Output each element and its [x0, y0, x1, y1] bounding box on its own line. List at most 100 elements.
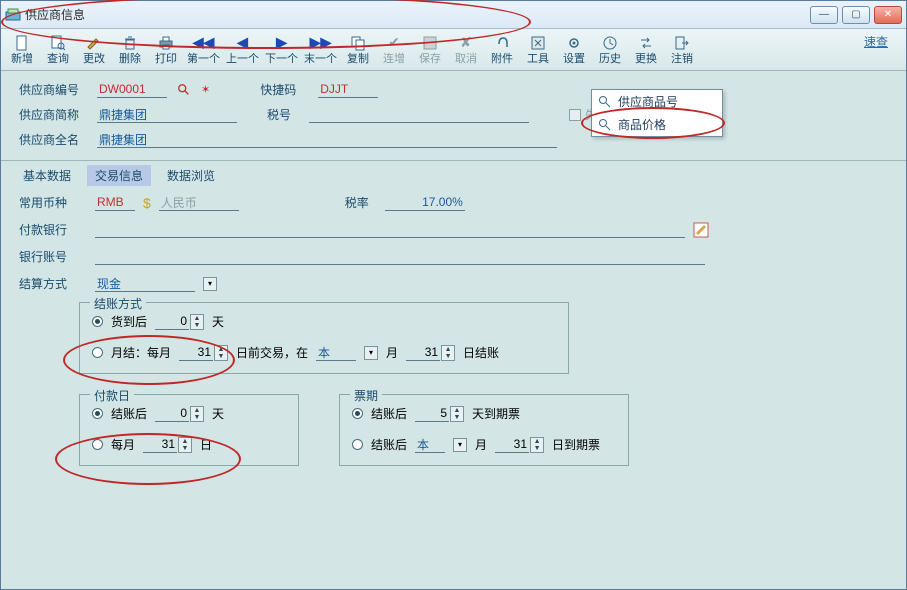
billing-opt2-billday-input[interactable] — [406, 344, 440, 361]
tab-strip: 基本数据交易信息数据浏览 — [1, 161, 906, 186]
draft-opt2-day-spinner[interactable]: ▲▼ — [495, 436, 544, 453]
draft-opt2-month-dropdown[interactable]: ▾ — [453, 438, 467, 452]
spin-up[interactable]: ▲ — [191, 407, 203, 414]
spin-down[interactable]: ▼ — [191, 322, 203, 329]
toolbar-label: 取消 — [455, 52, 477, 66]
billing-opt1-radio[interactable] — [92, 316, 103, 327]
toolbar-copy-button[interactable]: 复制 — [341, 30, 375, 70]
draft-opt1-days-spinner[interactable]: ▲▼ — [415, 405, 464, 422]
billing-opt1-days-input[interactable] — [155, 313, 189, 330]
invalid-checkbox[interactable] — [569, 109, 581, 121]
toolbar-history-button[interactable]: 历史 — [593, 30, 627, 70]
tools-dropdown-menu: 供应商品号商品价格 — [591, 89, 723, 137]
tax-rate-input[interactable] — [385, 194, 465, 211]
draft-opt1-radio[interactable] — [352, 408, 363, 419]
maximize-button[interactable]: ▢ — [842, 6, 870, 24]
paydate-opt2-day-spinner[interactable]: ▲▼ — [143, 436, 192, 453]
paydate-opt2-radio[interactable] — [92, 439, 103, 450]
toolbar-delete-button[interactable]: 删除 — [113, 30, 147, 70]
billing-method-group: 结账方式 货到后 ▲▼ 天 月结：每月 ▲▼ 日前交易，在 ▾ — [79, 302, 569, 374]
currency-code-input[interactable] — [95, 194, 135, 211]
supplier-full-input[interactable] — [97, 131, 557, 148]
tax-no-input[interactable] — [309, 106, 529, 123]
paydate-opt1-days-input[interactable] — [155, 405, 189, 422]
billing-opt1-days-spinner[interactable]: ▲▼ — [155, 313, 204, 330]
toolbar-next-button[interactable]: ▶下一个 — [263, 30, 300, 70]
bank-edit-icon[interactable] — [693, 222, 709, 238]
spin-up[interactable]: ▲ — [442, 346, 454, 353]
paydate-opt1-radio[interactable] — [92, 408, 103, 419]
dropdown-item-1[interactable]: 商品价格 — [592, 113, 722, 136]
spin-down[interactable]: ▼ — [179, 445, 191, 452]
billing-opt2-mid2: 月 — [386, 344, 398, 361]
minimize-button[interactable]: ― — [810, 6, 838, 24]
draft-opt2-day-input[interactable] — [495, 436, 529, 453]
toolbar-label: 更换 — [635, 52, 657, 66]
last-icon: ▶▶ — [310, 34, 332, 52]
toolbar-label: 复制 — [347, 52, 369, 66]
tab-2[interactable]: 数据浏览 — [159, 165, 223, 186]
draft-opt2-radio[interactable] — [352, 439, 363, 450]
spin-down[interactable]: ▼ — [451, 414, 463, 421]
draft-opt2-month-input[interactable] — [415, 436, 445, 453]
spin-up[interactable]: ▲ — [215, 346, 227, 353]
quick-code-input[interactable] — [318, 81, 378, 98]
toolbar-query-button[interactable]: 查询 — [41, 30, 75, 70]
clip-icon — [494, 34, 510, 52]
paydate-opt1-label: 结账后 — [111, 405, 147, 422]
toolbar-attach-button[interactable]: 附件 — [485, 30, 519, 70]
settle-method-dropdown-button[interactable]: ▾ — [203, 277, 217, 291]
toolbar-first-button[interactable]: ◀◀第一个 — [185, 30, 222, 70]
close-button[interactable]: ✕ — [874, 6, 902, 24]
billing-method-legend: 结账方式 — [90, 295, 146, 312]
billing-opt2-day-spinner[interactable]: ▲▼ — [179, 344, 228, 361]
lookup-icon — [598, 95, 612, 109]
toolbar-new-button[interactable]: 新增 — [5, 30, 39, 70]
spin-up[interactable]: ▲ — [179, 438, 191, 445]
billing-opt2-prefix: 月结：每月 — [111, 344, 171, 361]
billing-opt2-month-input[interactable] — [316, 344, 356, 361]
spin-up[interactable]: ▲ — [531, 438, 543, 445]
spin-down[interactable]: ▼ — [531, 445, 543, 452]
supplier-no-input[interactable] — [97, 81, 167, 98]
toolbar-swap-button[interactable]: 更换 — [629, 30, 663, 70]
spin-down[interactable]: ▼ — [215, 353, 227, 360]
doc-icon — [14, 34, 30, 52]
paydate-opt2-day-input[interactable] — [143, 436, 177, 453]
billing-opt2-radio[interactable] — [92, 347, 103, 358]
toolbar-prev-button[interactable]: ◀上一个 — [224, 30, 261, 70]
paydate-opt1-days-spinner[interactable]: ▲▼ — [155, 405, 204, 422]
spin-up[interactable]: ▲ — [191, 315, 203, 322]
draft-opt1-days-input[interactable] — [415, 405, 449, 422]
quick-search-link[interactable]: 速查 — [864, 33, 888, 50]
window-controls: ― ▢ ✕ — [810, 6, 902, 24]
billing-opt2-billday-spinner[interactable]: ▲▼ — [406, 344, 455, 361]
toolbar-logout-button[interactable]: 注销 — [665, 30, 699, 70]
draft-period-legend: 票期 — [350, 387, 382, 404]
pay-bank-input[interactable] — [95, 221, 685, 238]
toolbar-settings-button[interactable]: 设置 — [557, 30, 591, 70]
bank-acct-input[interactable] — [95, 248, 705, 265]
toolbar-last-button[interactable]: ▶▶末一个 — [302, 30, 339, 70]
toolbar-tools-button[interactable]: 工具 — [521, 30, 555, 70]
printer-icon — [158, 34, 174, 52]
paydate-days-suffix: 天 — [212, 405, 224, 422]
tab-1[interactable]: 交易信息 — [87, 165, 151, 186]
toolbar-print-button[interactable]: 打印 — [149, 30, 183, 70]
spin-up[interactable]: ▲ — [451, 407, 463, 414]
check-icon: ✔ — [388, 34, 400, 52]
lookup-icon[interactable] — [177, 83, 191, 97]
tab-0[interactable]: 基本数据 — [15, 165, 79, 186]
toolbar-label: 新增 — [11, 52, 33, 66]
toolbar-label: 附件 — [491, 52, 513, 66]
settle-method-input[interactable] — [95, 275, 195, 292]
x-icon: ✘ — [460, 34, 472, 52]
dropdown-item-0[interactable]: 供应商品号 — [592, 90, 722, 113]
draft-period-group: 票期 结账后 ▲▼ 天到期票 结账后 ▾ 月 — [339, 394, 629, 466]
billing-opt2-day-input[interactable] — [179, 344, 213, 361]
spin-down[interactable]: ▼ — [442, 353, 454, 360]
supplier-short-input[interactable] — [97, 106, 237, 123]
billing-opt2-month-dropdown[interactable]: ▾ — [364, 346, 378, 360]
spin-down[interactable]: ▼ — [191, 414, 203, 421]
toolbar-edit-button[interactable]: 更改 — [77, 30, 111, 70]
